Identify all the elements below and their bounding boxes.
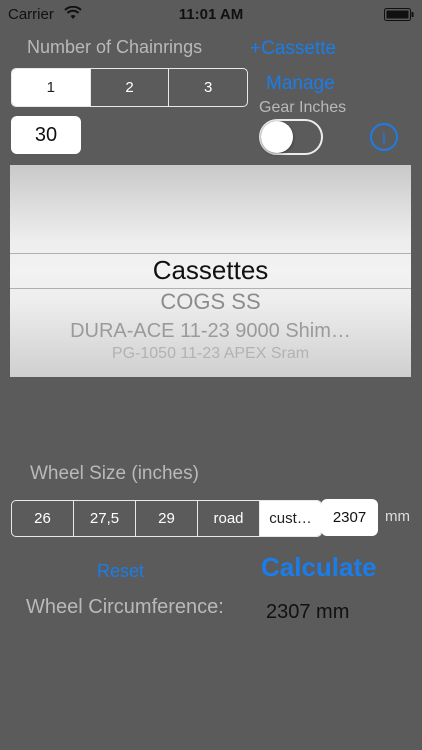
picker-row[interactable]: DURA-ACE 11-23 9000 Shim… — [10, 320, 411, 343]
clock: 11:01 AM — [178, 6, 244, 23]
gear-inches-label: Gear Inches — [259, 99, 347, 116]
status-bar: Carrier 11:01 AM — [0, 0, 422, 30]
info-icon[interactable]: i — [369, 122, 399, 152]
add-cassette-link[interactable]: +Cassette — [250, 38, 336, 60]
chainrings-option-1[interactable]: 1 — [12, 69, 90, 106]
wheel-option-road[interactable]: road — [197, 501, 259, 536]
calculate-button[interactable]: Calculate — [261, 552, 377, 583]
picker-row[interactable]: PG-1050 11-23 APEX Sram — [10, 345, 411, 363]
picker-selection-top-line — [10, 253, 411, 254]
wheel-option-27-5[interactable]: 27,5 — [73, 501, 135, 536]
wheel-circumference-label: Wheel Circumference: — [26, 596, 224, 618]
cassette-picker[interactable]: Cassettes COGS SS DURA-ACE 11-23 9000 Sh… — [10, 165, 411, 377]
custom-unit-label: mm — [385, 508, 410, 525]
wheel-size-segmented-control: 26 27,5 29 road cust… — [11, 500, 322, 537]
info-glyph: i — [382, 128, 387, 147]
manage-link[interactable]: Manage — [266, 73, 335, 95]
wheel-circumference-value: 2307 mm — [266, 601, 350, 623]
chainrings-label: Number of Chainrings — [27, 37, 203, 57]
teeth-field[interactable]: 30 — [11, 116, 81, 154]
reset-button[interactable]: Reset — [97, 561, 144, 582]
chainrings-option-3[interactable]: 3 — [168, 69, 247, 106]
gear-inches-toggle[interactable] — [259, 119, 323, 155]
wheel-option-custom[interactable]: cust… — [259, 501, 321, 536]
picker-row[interactable]: COGS SS — [10, 289, 411, 315]
wheel-option-29[interactable]: 29 — [135, 501, 197, 536]
battery-icon — [384, 8, 414, 21]
wheel-size-label: Wheel Size (inches) — [30, 463, 199, 484]
picker-selected-row[interactable]: Cassettes — [10, 255, 411, 286]
chainrings-option-2[interactable]: 2 — [89, 69, 169, 106]
toggle-knob — [261, 121, 293, 153]
custom-circumference-field[interactable]: 2307 — [321, 499, 378, 536]
chainrings-segmented-control: 1 2 3 — [11, 68, 248, 107]
wheel-option-26[interactable]: 26 — [12, 501, 73, 536]
